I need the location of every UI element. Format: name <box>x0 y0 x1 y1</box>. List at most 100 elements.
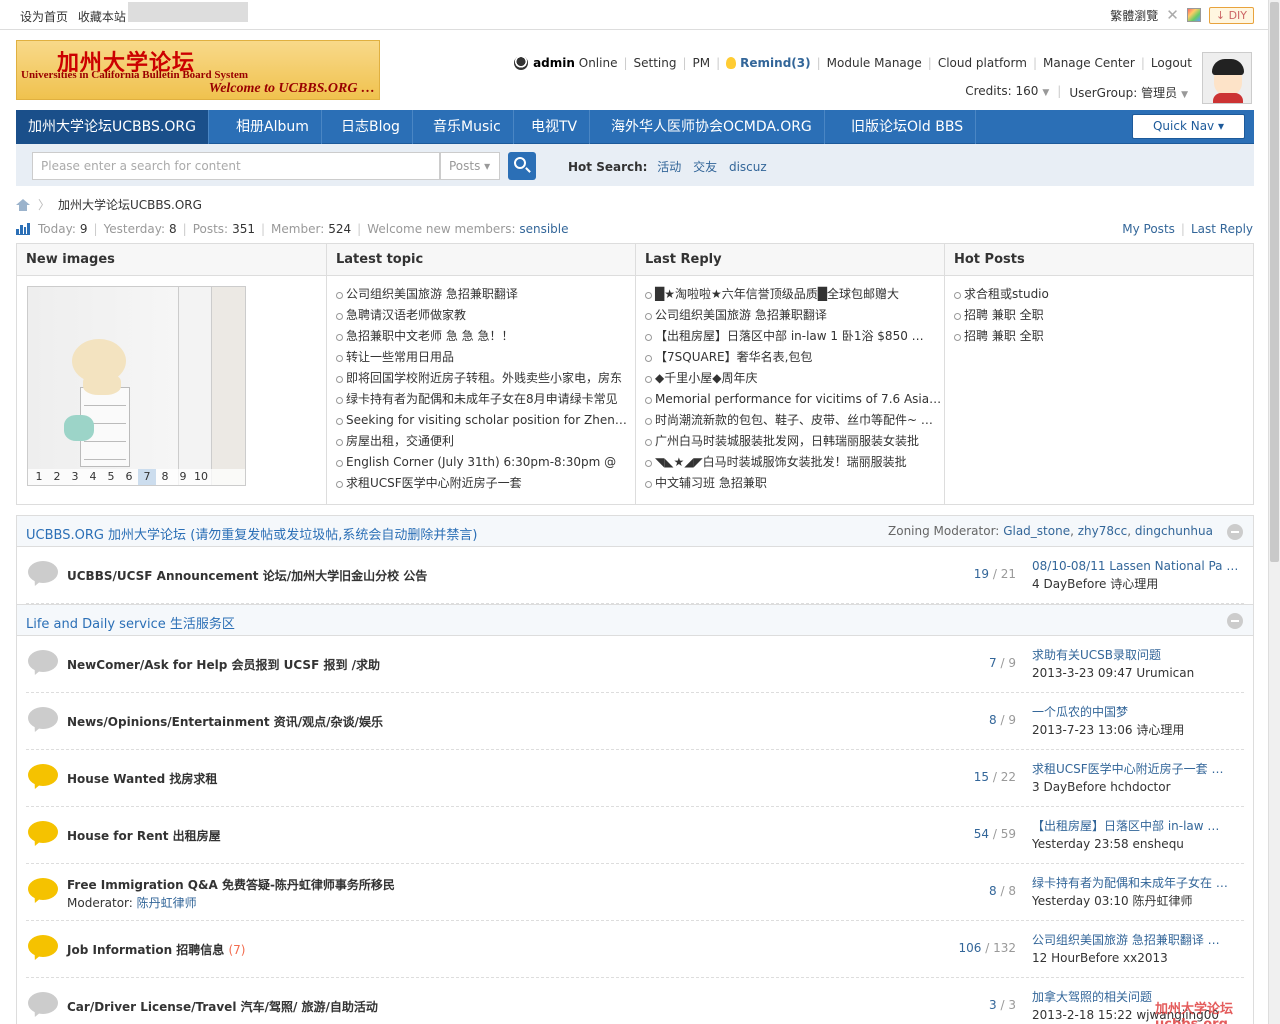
latest-topic-item[interactable]: English Corner (July 31th) 6:30pm-8:30pm… <box>336 452 635 473</box>
skin-icon[interactable] <box>1186 8 1201 22</box>
my-posts-link[interactable]: My Posts <box>1122 222 1175 236</box>
forum-icon[interactable] <box>28 650 58 677</box>
forum-icon[interactable] <box>28 707 58 734</box>
forum-icon[interactable] <box>28 992 58 1019</box>
diy-button[interactable]: ↓ DIY <box>1208 6 1254 24</box>
remind-link[interactable]: Remind(3) <box>740 56 810 70</box>
last-reply-item[interactable]: ◆千里小屋◆周年庆 <box>645 368 944 389</box>
slideshow-page-number[interactable]: 6 <box>120 469 138 485</box>
latest-topic-item[interactable]: 急招兼职中文老师 急 急 急！！ <box>336 326 635 347</box>
moderator-link[interactable]: dingchunhua <box>1135 524 1213 538</box>
vertical-scrollbar[interactable] <box>1268 0 1280 1024</box>
hot-search-link[interactable]: discuz <box>729 160 767 174</box>
new-member-link[interactable]: sensible <box>519 222 568 236</box>
slideshow-page-number[interactable]: 1 <box>30 469 48 485</box>
search-input[interactable]: Please enter a search for content <box>32 152 440 180</box>
cloud-platform-link[interactable]: Cloud platform <box>938 56 1027 70</box>
breadcrumb-current[interactable]: 加州大学论坛UCBBS.ORG <box>58 196 202 213</box>
slideshow-page-number[interactable]: 2 <box>48 469 66 485</box>
latest-topic-item[interactable]: 绿卡持有者为配偶和未成年子女在8月申请绿卡常见 <box>336 389 635 410</box>
latest-topic-item[interactable]: 急聘请汉语老师做家教 <box>336 305 635 326</box>
forum-name[interactable]: House Wanted 找房求租 <box>67 770 217 787</box>
last-reply-item[interactable]: 【7SQUARE】奢华名表,包包 <box>645 347 944 368</box>
moderator-link[interactable]: Glad_stone <box>1003 524 1070 538</box>
slideshow-image[interactable]: 1 2 3 4 5 6 7 8 9 10 <box>27 286 246 486</box>
nav-item-blog[interactable]: 日志Blog <box>329 110 413 144</box>
moderator-link[interactable]: zhy78cc <box>1078 524 1127 538</box>
forum-name[interactable]: NewComer/Ask for Help 会员报到 UCSF 报到 /求助 <box>67 656 380 673</box>
moderator-link[interactable]: 陈丹虹律师 <box>137 896 197 910</box>
credits-dropdown[interactable]: Credits: 160 ▼ <box>965 84 1049 101</box>
slideshow-page-number[interactable]: 3 <box>66 469 84 485</box>
latest-topic-item[interactable]: 公司组织美国旅游 急招兼职翻译 <box>336 284 635 305</box>
set-home-link[interactable]: 设为首页 <box>20 10 68 24</box>
module-manage-link[interactable]: Module Manage <box>827 56 922 70</box>
nav-item-old-bbs[interactable]: 旧版论坛Old BBS <box>839 110 977 144</box>
forum-new-icon[interactable] <box>28 878 58 905</box>
nav-item-music[interactable]: 音乐Music <box>421 110 514 144</box>
last-post-title[interactable]: 08/10-08/11 Lassen National Pa … <box>1032 557 1242 575</box>
manage-center-link[interactable]: Manage Center <box>1043 56 1135 70</box>
forum-icon[interactable] <box>28 561 58 588</box>
logout-link[interactable]: Logout <box>1151 56 1192 70</box>
last-reply-item[interactable]: ◥◣★◢◤白马时装城服饰女装批发！瑞丽服装批 <box>645 452 944 473</box>
slideshow-page-number[interactable]: 10 <box>192 469 210 485</box>
hot-post-item[interactable]: 求合租或studio <box>954 284 1253 305</box>
forum-name[interactable]: News/Opinions/Entertainment 资讯/观点/杂谈/娱乐 <box>67 713 383 730</box>
forum-name[interactable]: UCBBS/UCSF Announcement 论坛/加州大学旧金山分校 公告 <box>67 567 427 584</box>
collapse-icon[interactable] <box>1227 613 1243 629</box>
scrollbar-thumb[interactable] <box>1270 2 1279 562</box>
section-title[interactable]: Life and Daily service 生活服务区 <box>26 613 235 632</box>
search-type-select[interactable]: Posts ▾ <box>440 152 500 180</box>
forum-name[interactable]: Job Information 招聘信息 (7) <box>67 941 245 958</box>
bookmark-link[interactable]: 收藏本站 <box>78 10 126 24</box>
slideshow-page-number[interactable]: 8 <box>156 469 174 485</box>
slideshow-page-number[interactable]: 4 <box>84 469 102 485</box>
last-reply-item[interactable]: 时尚潮流新款的包包、鞋子、皮带、丝巾等配件~ … <box>645 410 944 431</box>
last-post-title[interactable]: 绿卡持有者为配偶和未成年子女在 … <box>1032 874 1242 892</box>
latest-topic-item[interactable]: Seeking for visiting scholar position fo… <box>336 410 635 431</box>
slideshow-page-number[interactable]: 9 <box>174 469 192 485</box>
hot-search-link[interactable]: 交友 <box>693 160 717 174</box>
last-post-title[interactable]: 求助有关UCSB录取问题 <box>1032 646 1242 664</box>
last-reply-link[interactable]: Last Reply <box>1191 222 1253 236</box>
last-reply-item[interactable]: 【出租房屋】日落区中部 in-law 1 卧1浴 $850 … <box>645 326 944 347</box>
section-title[interactable]: UCBBS.ORG 加州大学论坛 (请勿重复发帖或发垃圾帖,系统会自动删除并禁言… <box>26 524 477 543</box>
traditional-link[interactable]: 繁體瀏覽 <box>1110 7 1158 24</box>
usergroup-dropdown[interactable]: UserGroup: 管理员 ▼ <box>1069 84 1188 101</box>
latest-topic-item[interactable]: 转让一些常用日用品 <box>336 347 635 368</box>
setting-link[interactable]: Setting <box>634 56 677 70</box>
last-post-title[interactable]: 【出租房屋】日落区中部 in-law … <box>1032 817 1242 835</box>
last-post-title[interactable]: 一个瓜农的中国梦 <box>1032 703 1242 721</box>
close-icon[interactable]: ✕ <box>1166 6 1179 24</box>
last-reply-item[interactable]: 中文辅习班 急招兼职 <box>645 473 944 494</box>
last-reply-item[interactable]: Memorial performance for vicitims of 7.6… <box>645 389 944 410</box>
last-reply-item[interactable]: 公司组织美国旅游 急招兼职翻译 <box>645 305 944 326</box>
forum-new-icon[interactable] <box>28 821 58 848</box>
pm-link[interactable]: PM <box>693 56 711 70</box>
forum-new-icon[interactable] <box>28 935 58 962</box>
nav-item-ocmda[interactable]: 海外华人医师协会OCMDA.ORG <box>599 110 825 144</box>
slideshow-page-number[interactable]: 7 <box>138 469 156 485</box>
hot-post-item[interactable]: 招聘 兼职 全职 <box>954 326 1253 347</box>
forum-name[interactable]: Car/Driver License/Travel 汽车/驾照/ 旅游/自助活动 <box>67 998 378 1015</box>
username[interactable]: admin <box>533 56 575 70</box>
quick-nav-button[interactable]: Quick Nav ▾ <box>1132 114 1245 139</box>
home-icon[interactable] <box>16 198 30 211</box>
search-button[interactable] <box>508 152 536 180</box>
last-reply-item[interactable]: █★淘啦啦★六年信誉顶级品质█全球包邮赠大 <box>645 284 944 305</box>
slideshow-page-number[interactable]: 5 <box>102 469 120 485</box>
last-post-title[interactable]: 公司组织美国旅游 急招兼职翻译 … <box>1032 931 1242 949</box>
forum-name[interactable]: Free Immigration Q&A 免费答疑-陈丹虹律师事务所移民 <box>67 876 395 893</box>
nav-item-home[interactable]: 加州大学论坛UCBBS.ORG <box>16 110 209 144</box>
latest-topic-item[interactable]: 房屋出租，交通便利 <box>336 431 635 452</box>
collapse-icon[interactable] <box>1227 524 1243 540</box>
latest-topic-item[interactable]: 求租UCSF医学中心附近房子一套 <box>336 473 635 494</box>
forum-new-icon[interactable] <box>28 764 58 791</box>
forum-name[interactable]: House for Rent 出租房屋 <box>67 827 221 844</box>
hot-post-item[interactable]: 招聘 兼职 全职 <box>954 305 1253 326</box>
last-post-title[interactable]: 求租UCSF医学中心附近房子一套 … <box>1032 760 1242 778</box>
avatar[interactable] <box>1202 52 1252 104</box>
last-reply-item[interactable]: 广州白马时装城服装批发网，日韩瑞丽服装女装批 <box>645 431 944 452</box>
site-logo[interactable]: 加州大学论坛 Universities in California Bullet… <box>16 40 380 100</box>
